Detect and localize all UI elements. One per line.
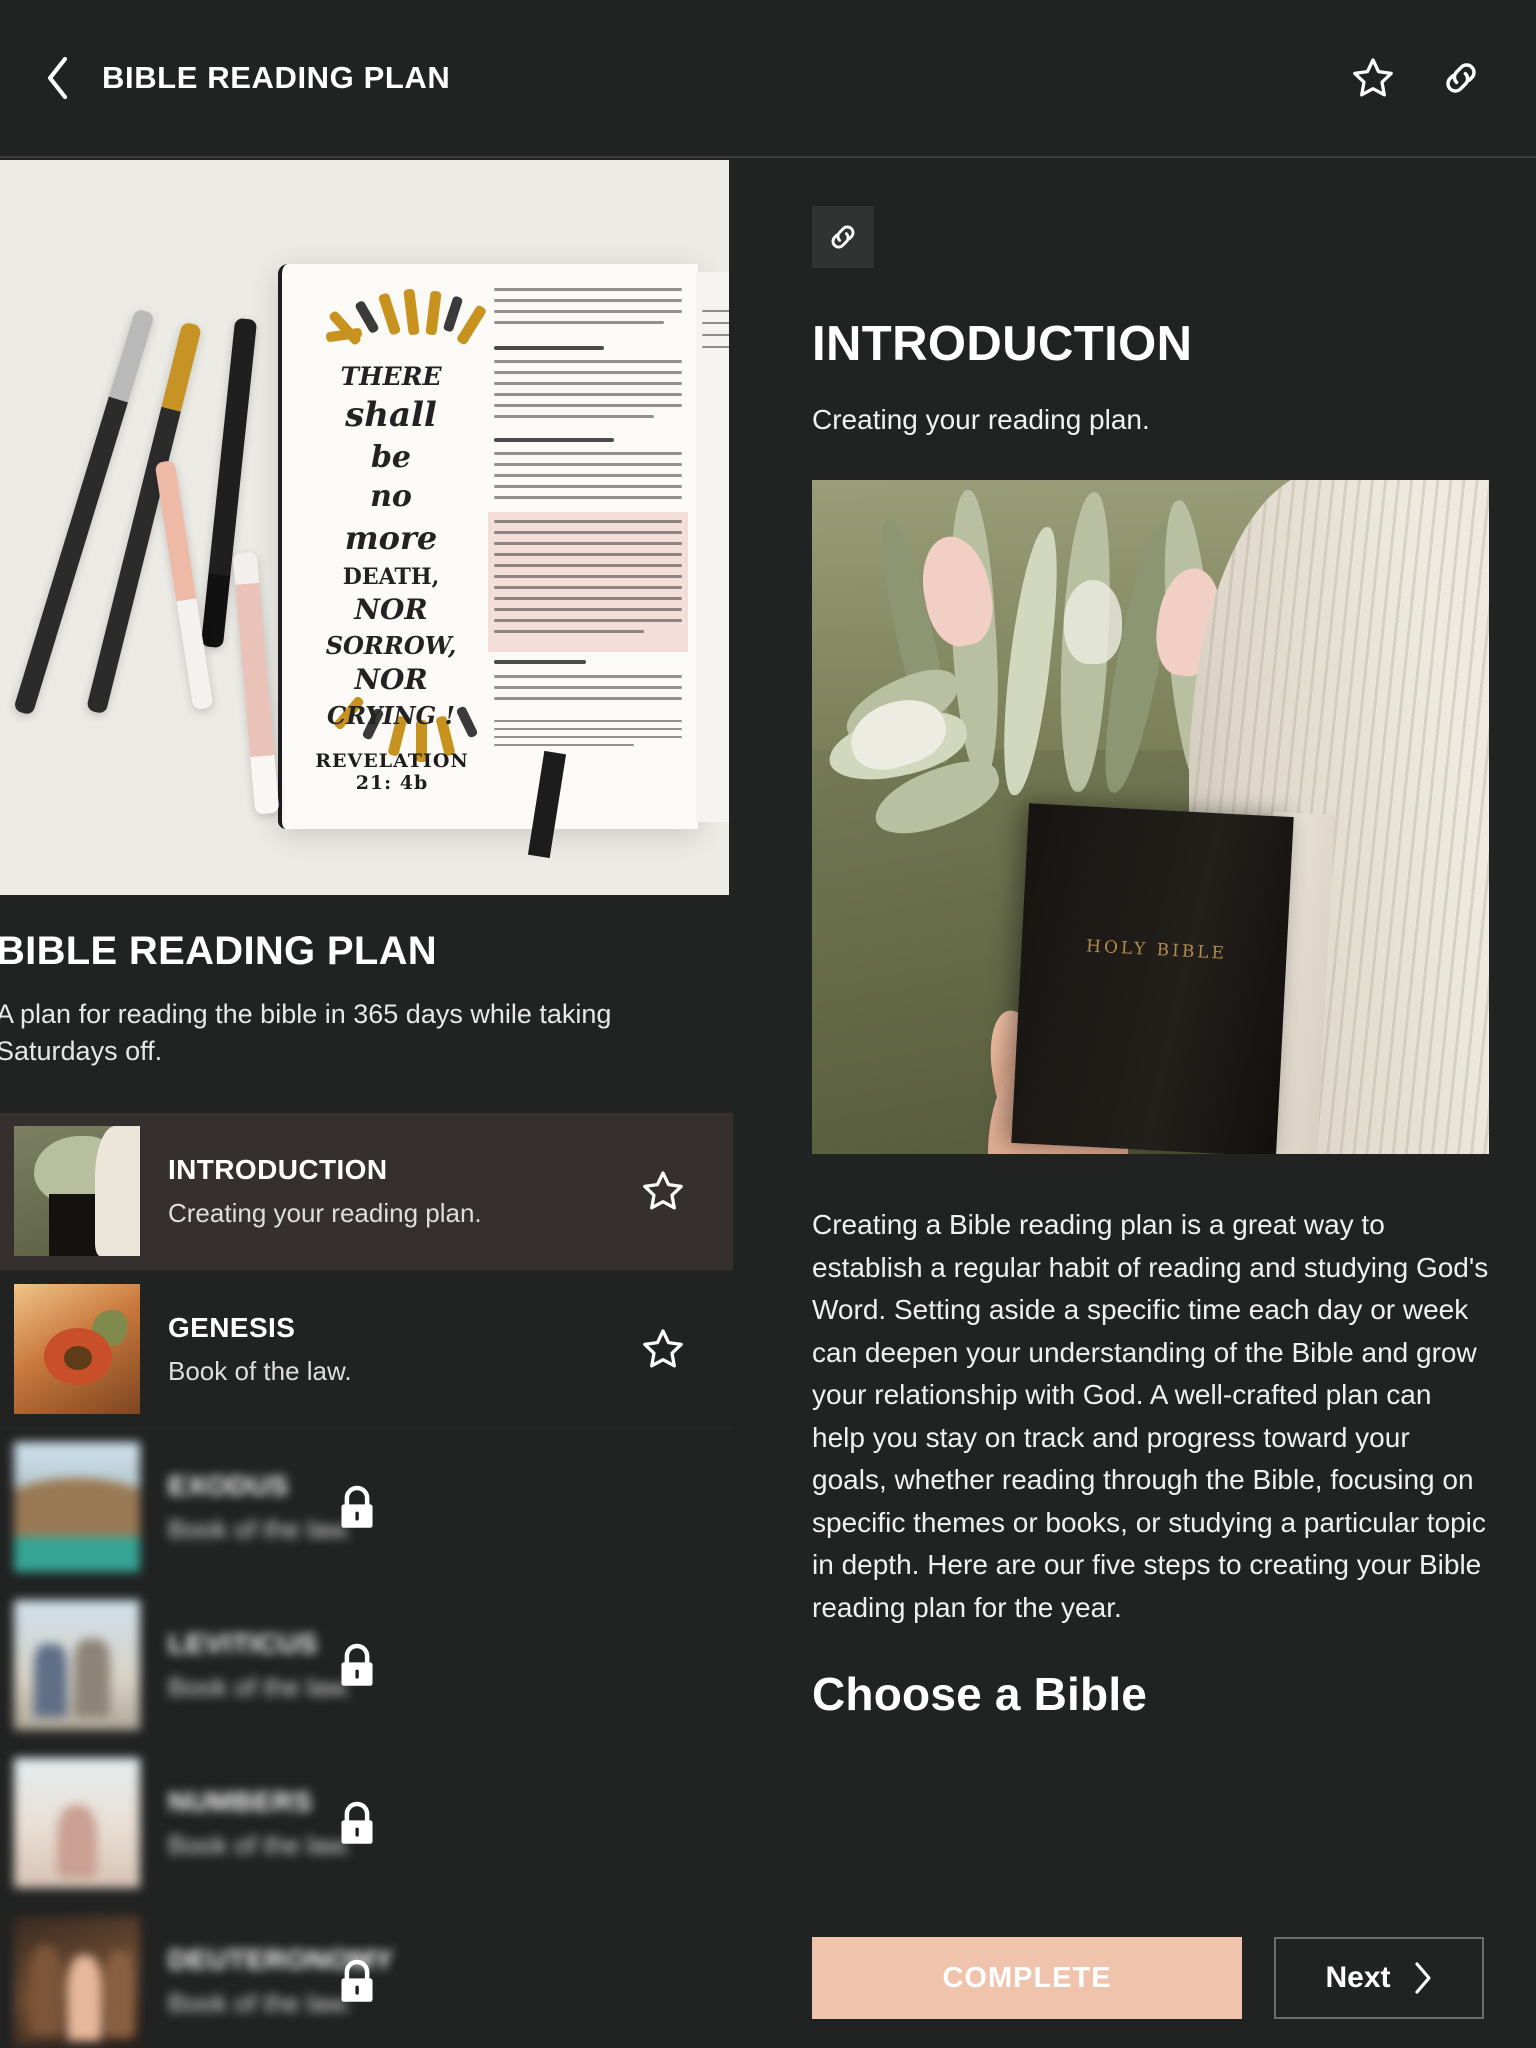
plan-sidebar[interactable]: THERE shall be no more DEATH, NOR SORROW,… — [0, 160, 733, 2048]
next-button[interactable]: Next — [1274, 1937, 1484, 2019]
list-item-subtitle: Book of the law. — [168, 1829, 352, 1860]
list-item-thumbnail — [14, 1442, 140, 1572]
section-body-text: Creating a Bible reading plan is a great… — [812, 1209, 1489, 1623]
plan-description: A plan for reading the bible in 365 days… — [0, 999, 612, 1067]
lock-icon — [341, 1485, 373, 1528]
list-item-subtitle: Book of the law. — [168, 1987, 352, 2018]
topbar-left-group: BIBLE READING PLAN — [0, 55, 450, 101]
list-item-thumbnail — [14, 1758, 140, 1888]
list-item-text: GENESIS Book of the law. — [168, 1312, 635, 1387]
star-outline-icon — [1353, 58, 1393, 97]
list-item-thumbnail — [14, 1126, 140, 1256]
copy-link-button[interactable] — [1438, 55, 1484, 101]
list-item-subtitle: Book of the law. — [168, 1513, 352, 1544]
list-item-numbers-wrapper[interactable]: NUMBERS Book of the law. — [0, 1745, 733, 1903]
section-title: INTRODUCTION — [812, 317, 1193, 371]
app-root: BIBLE READING PLAN THERE shall be no mor… — [0, 0, 1536, 2048]
plan-chapter-list: INTRODUCTION Creating your reading plan. — [0, 1112, 733, 2048]
top-app-bar: BIBLE READING PLAN — [0, 0, 1536, 158]
list-item-exodus-wrapper[interactable]: EXODUS Book of the law. — [0, 1429, 733, 1587]
next-button-label: Next — [1325, 1961, 1391, 1994]
list-item-favorite-button[interactable] — [635, 1168, 691, 1214]
list-item-title: INTRODUCTION — [168, 1153, 388, 1185]
chevron-right-icon — [1414, 1962, 1431, 1994]
bottom-action-bar: COMPLETE Next — [812, 1908, 1536, 2048]
topbar-actions — [1350, 55, 1536, 101]
lock-icon — [341, 1959, 373, 2002]
lock-icon — [341, 1801, 373, 1844]
link-icon — [831, 225, 855, 249]
list-item-subtitle: Book of the law. — [168, 1355, 352, 1386]
section-subtitle: Creating your reading plan. — [812, 404, 1150, 435]
section-copy-link-button[interactable] — [812, 206, 874, 268]
star-outline-icon — [643, 1329, 683, 1368]
list-item-text: LEVITICUS Book of the law. — [168, 1628, 733, 1703]
chevron-left-icon — [47, 56, 68, 100]
list-item-title: NUMBERS — [168, 1785, 313, 1817]
list-item-subtitle: Creating your reading plan. — [168, 1197, 482, 1228]
bible-cover-text: HOLY BIBLE — [1085, 936, 1228, 964]
list-item-thumbnail — [14, 1916, 140, 2046]
hero-lettering: THERE shall be no more DEATH, NOR SORROW,… — [325, 362, 457, 731]
list-item-thumbnail — [14, 1600, 140, 1730]
list-item-title: DEUTERONOMY — [168, 1943, 394, 1975]
list-item-title: LEVITICUS — [168, 1627, 318, 1659]
back-button[interactable] — [34, 55, 80, 101]
list-item-favorite-button[interactable] — [635, 1326, 691, 1372]
list-item-lock — [330, 1903, 384, 2048]
list-item-genesis[interactable]: GENESIS Book of the law. — [0, 1271, 733, 1429]
list-item-lock — [330, 1429, 384, 1587]
chapter-detail-panel: INTRODUCTION Creating your reading plan. — [733, 160, 1536, 2048]
star-outline-icon — [643, 1171, 683, 1210]
list-item-introduction[interactable]: INTRODUCTION Creating your reading plan. — [0, 1112, 733, 1271]
plan-title: BIBLE READING PLAN — [0, 929, 437, 973]
list-item-deuteronomy-wrapper[interactable]: DEUTERONOMY Book of the law. — [0, 1903, 733, 2048]
plan-hero-image: THERE shall be no more DEATH, NOR SORROW,… — [0, 160, 729, 895]
complete-button[interactable]: COMPLETE — [812, 1937, 1242, 2019]
link-icon — [1446, 63, 1476, 93]
list-item-text: DEUTERONOMY Book of the law. — [168, 1944, 733, 2019]
hero-verse-reference: REVELATION 21: 4b — [315, 750, 469, 794]
page-title: BIBLE READING PLAN — [102, 60, 451, 95]
list-item-thumbnail — [14, 1284, 140, 1414]
section-heading-2: Choose a Bible — [812, 1668, 1148, 1721]
list-item-lock — [330, 1587, 384, 1745]
lock-icon — [341, 1643, 373, 1686]
list-item-text: EXODUS Book of the law. — [168, 1470, 733, 1545]
list-item-subtitle: Book of the law. — [168, 1671, 352, 1702]
content-area: THERE shall be no more DEATH, NOR SORROW,… — [0, 160, 1536, 2048]
list-item-leviticus-wrapper[interactable]: LEVITICUS Book of the law. — [0, 1587, 733, 1745]
section-image: HOLY BIBLE — [812, 480, 1489, 1154]
list-item-title: GENESIS — [168, 1311, 296, 1343]
list-item-title: EXODUS — [168, 1469, 289, 1501]
favorite-button[interactable] — [1350, 55, 1396, 101]
list-item-text: INTRODUCTION Creating your reading plan. — [168, 1154, 635, 1229]
list-item-text: NUMBERS Book of the law. — [168, 1786, 733, 1861]
list-item-lock — [330, 1745, 384, 1903]
